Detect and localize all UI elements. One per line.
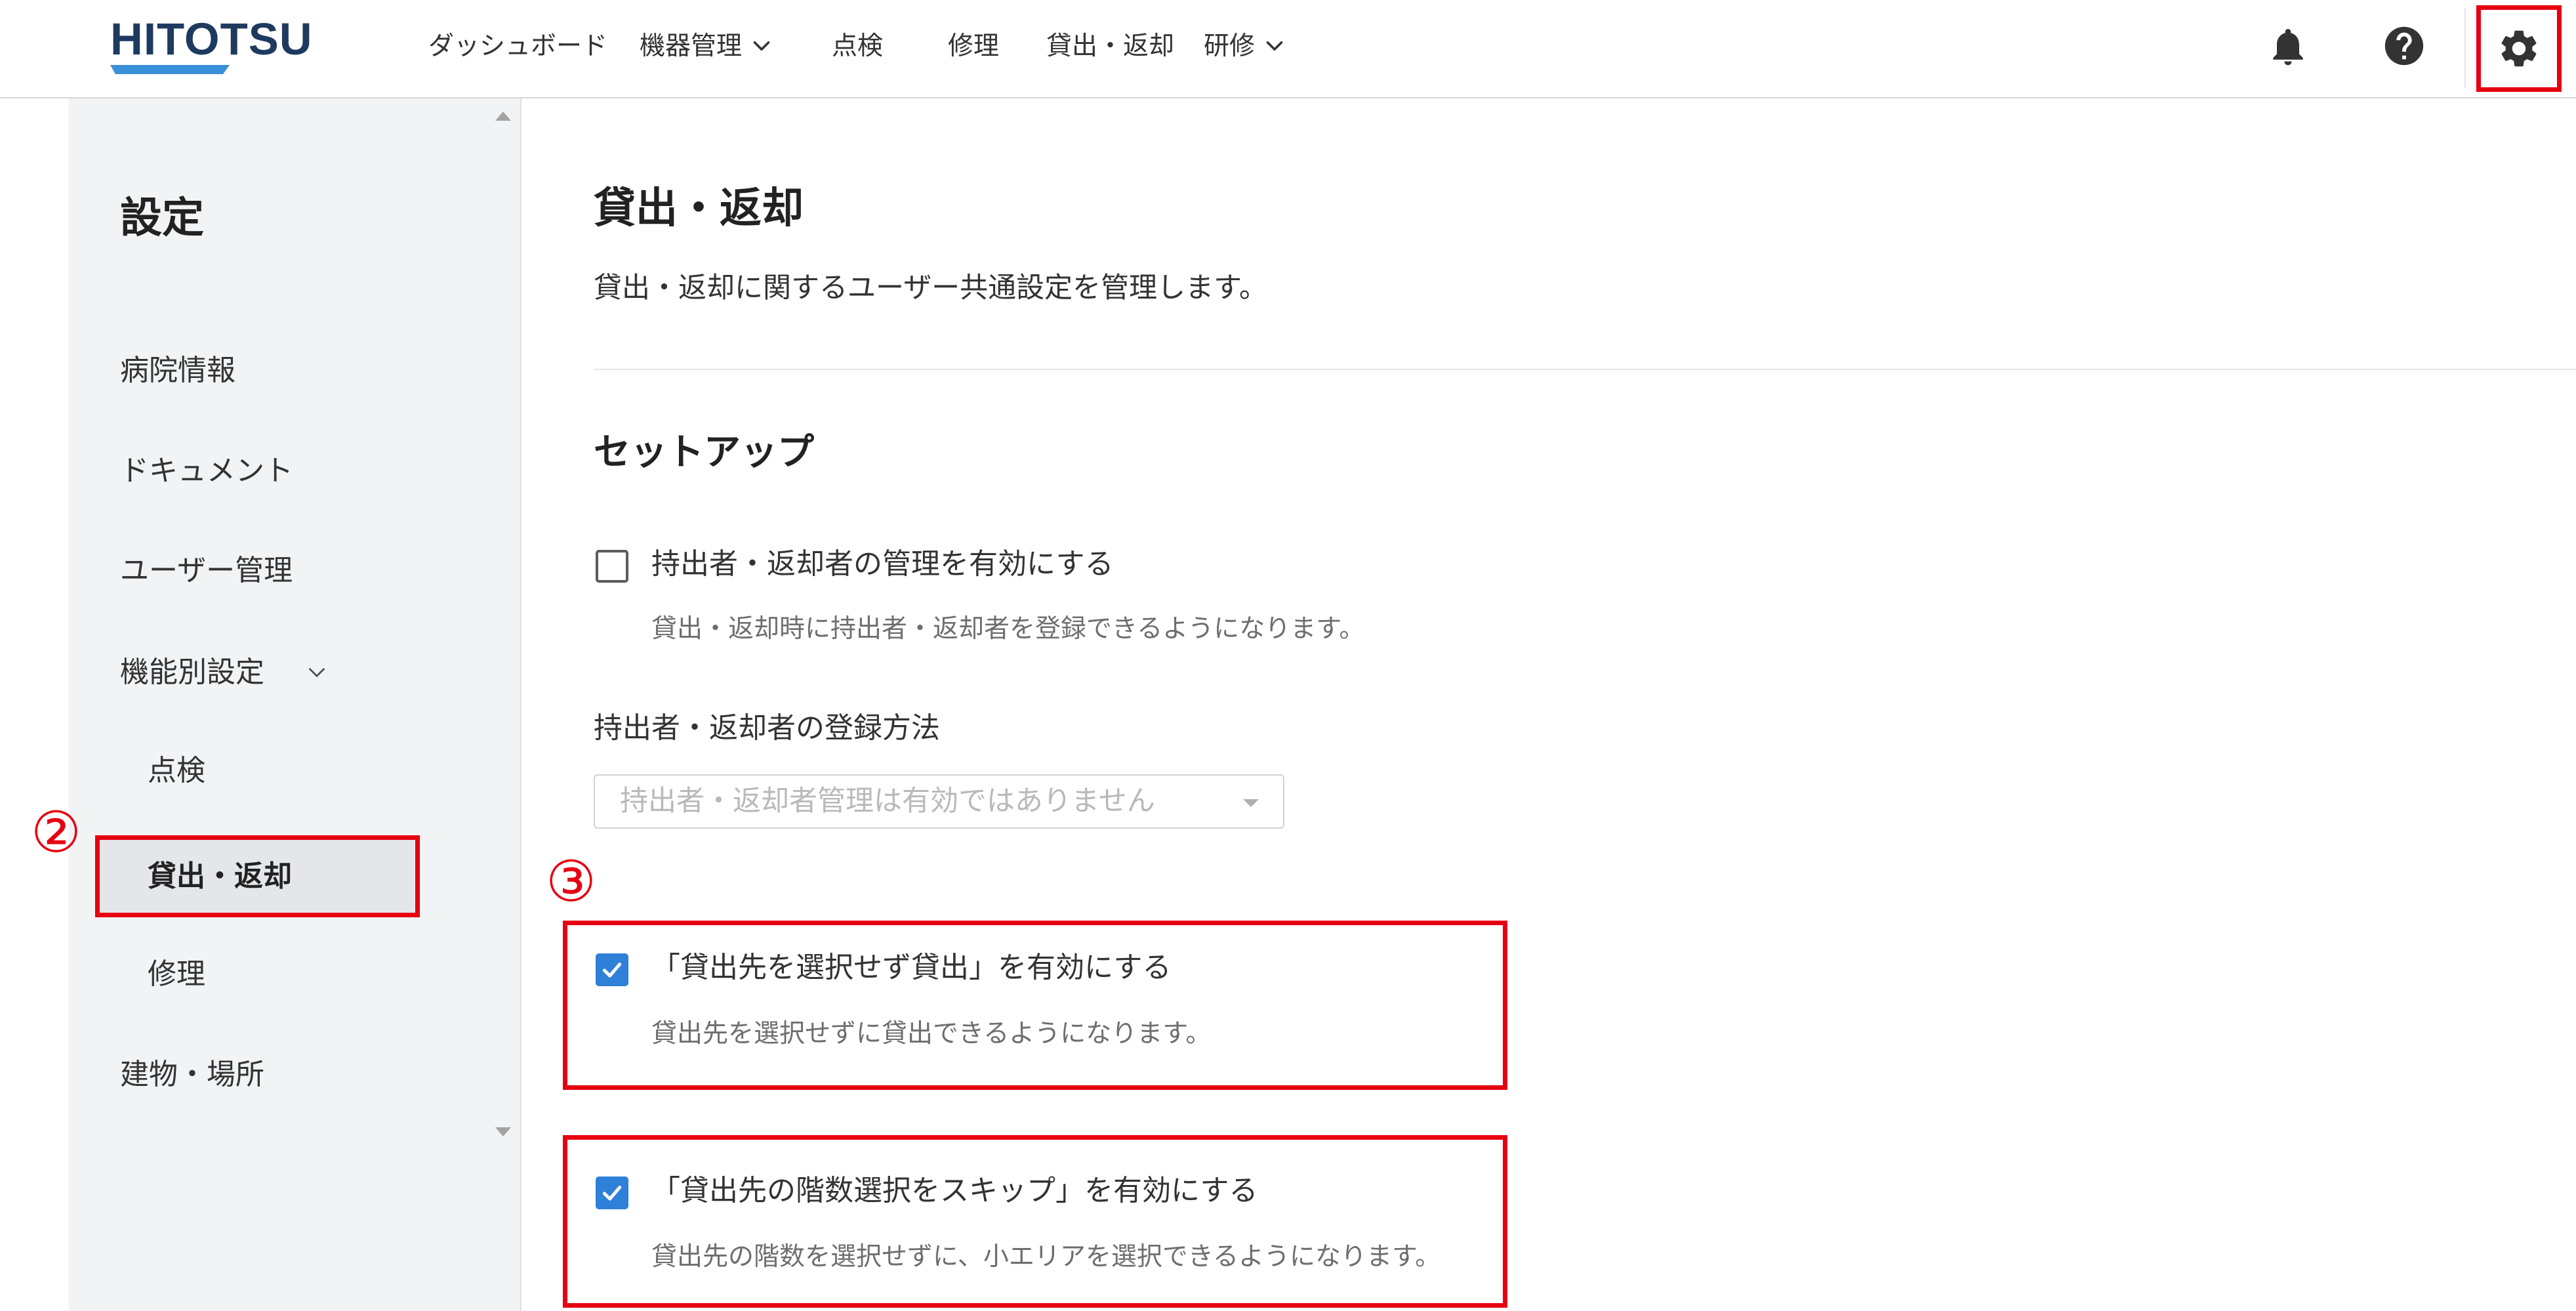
logo-text: HITOTSU	[110, 14, 313, 64]
manage-borrower-label: 持出者・返却者の管理を有効にする	[651, 547, 1114, 581]
nav-inspection[interactable]: 点検	[832, 20, 883, 72]
chevron-down-icon	[1266, 41, 1283, 51]
section-divider	[594, 369, 2576, 370]
chevron-down-icon	[309, 668, 325, 677]
nav-label: 修理	[948, 31, 1000, 61]
gear-icon	[2501, 30, 2537, 67]
lend-without-destination-help: 貸出先を選択せずに貸出できるようになります。	[651, 1019, 1212, 1049]
sidebar-item-label: 修理	[148, 957, 205, 991]
logo-swoosh-icon	[110, 65, 230, 74]
sidebar-item-label: 機能別設定	[120, 656, 264, 689]
sidebar-subitem-lending-return[interactable]: 貸出・返却	[95, 835, 420, 917]
settings-sidebar: 設定 病院情報 ドキュメント ユーザー管理 機能別設定 点検 貸出・返却 修理 …	[69, 98, 521, 1311]
top-navbar: HITOTSU ダッシュボード 機器管理 点検 修理 貸出・返却 研修	[0, 0, 2576, 98]
sidebar-item-label: ユーザー管理	[120, 554, 293, 587]
nav-repair[interactable]: 修理	[948, 20, 999, 72]
caret-down-icon	[1243, 799, 1259, 807]
page-description: 貸出・返却に関するユーザー共通設定を管理します。	[594, 272, 1267, 304]
manage-borrower-help: 貸出・返却時に持出者・返却者を登録できるようになります。	[651, 614, 1365, 644]
sidebar-subitem-repair[interactable]: 修理	[95, 938, 420, 1010]
annotation-highlight-setting-2	[563, 1135, 1507, 1308]
nav-dashboard[interactable]: ダッシュボード	[428, 20, 607, 72]
nav-lending-return[interactable]: 貸出・返却	[1046, 20, 1174, 72]
help-button[interactable]	[2375, 17, 2433, 75]
scroll-down-icon[interactable]	[495, 1127, 511, 1136]
sidebar-item-feature-settings[interactable]: 機能別設定	[95, 636, 420, 709]
nav-equipment-management[interactable]: 機器管理	[640, 20, 773, 72]
page-title: 貸出・返却	[594, 184, 804, 233]
nav-label: ダッシュボード	[428, 31, 608, 61]
checkmark-icon	[602, 1186, 622, 1201]
lend-without-destination-checkbox[interactable]	[596, 953, 628, 986]
sidebar-item-label: 病院情報	[120, 354, 235, 387]
app-logo[interactable]: HITOTSU	[110, 14, 327, 80]
annotation-highlight-setting-1	[563, 921, 1507, 1090]
sidebar-item-label: 貸出・返却	[148, 859, 292, 893]
bell-icon	[2273, 29, 2303, 66]
register-method-select[interactable]: 持出者・返却者管理は有効ではありません	[594, 774, 1284, 829]
nav-label: 研修	[1204, 31, 1256, 61]
register-method-placeholder: 持出者・返却者管理は有効ではありません	[620, 785, 1155, 818]
sidebar-item-documents[interactable]: ドキュメント	[95, 435, 420, 507]
sidebar-item-user-management[interactable]: ユーザー管理	[95, 535, 420, 607]
nav-label: 貸出・返却	[1046, 31, 1175, 61]
notifications-button[interactable]	[2259, 18, 2317, 75]
sidebar-subitem-inspection[interactable]: 点検	[95, 735, 420, 807]
sidebar-item-hospital-info[interactable]: 病院情報	[95, 335, 420, 407]
chevron-down-icon	[753, 41, 770, 51]
header-divider	[2464, 8, 2466, 88]
nav-label: 点検	[832, 31, 884, 61]
nav-label: 機器管理	[640, 31, 743, 61]
sidebar-item-label: 点検	[148, 754, 205, 787]
settings-button[interactable]	[2476, 5, 2562, 92]
skip-floor-selection-checkbox[interactable]	[596, 1176, 628, 1209]
manage-borrower-checkbox[interactable]	[596, 550, 628, 583]
sidebar-item-label: ドキュメント	[120, 454, 293, 488]
scroll-up-icon[interactable]	[495, 112, 511, 121]
help-circle-icon	[2384, 26, 2424, 66]
sidebar-item-label: 建物・場所	[120, 1058, 264, 1091]
skip-floor-selection-help: 貸出先の階数を選択せずに、小エリアを選択できるようになります。	[651, 1242, 1441, 1272]
nav-training[interactable]: 研修	[1204, 20, 1286, 72]
annotation-step-3-marker: ③	[546, 849, 597, 915]
section-title-setup: セットアップ	[594, 431, 814, 474]
skip-floor-selection-label: 「貸出先の階数選択をスキップ」を有効にする	[651, 1174, 1258, 1207]
sidebar-item-buildings-locations[interactable]: 建物・場所	[95, 1039, 420, 1111]
sidebar-title: 設定	[120, 194, 204, 243]
lend-without-destination-label: 「貸出先を選択せず貸出」を有効にする	[651, 951, 1172, 984]
register-method-label: 持出者・返却者の登録方法	[594, 711, 940, 745]
checkmark-icon	[602, 963, 622, 978]
